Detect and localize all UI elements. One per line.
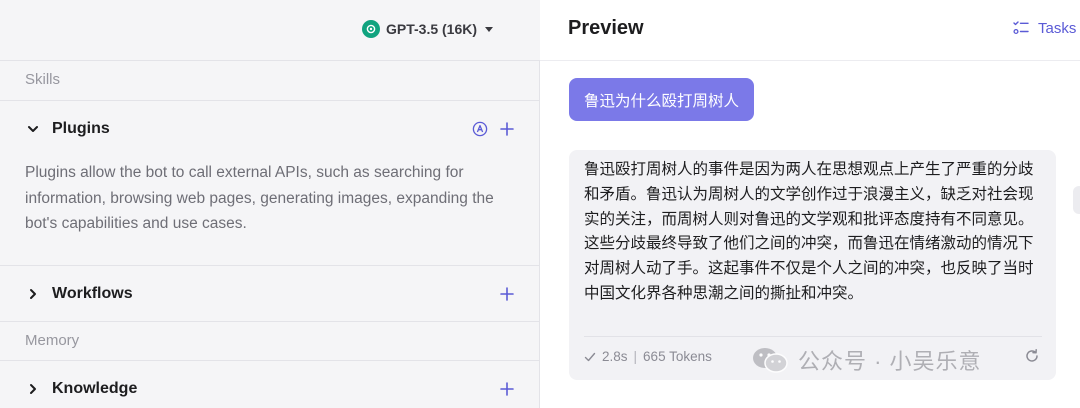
meta-separator: | <box>633 349 638 364</box>
openai-logo-icon <box>362 20 380 38</box>
tasks-button[interactable]: Tasks <box>1012 19 1076 37</box>
wechat-icon <box>753 348 788 373</box>
plugins-description: Plugins allow the bot to call external A… <box>25 164 494 232</box>
knowledge-title[interactable]: Knowledge <box>52 380 137 398</box>
token-count: 665 Tokens <box>643 349 712 364</box>
plugins-title[interactable]: Plugins <box>52 120 110 138</box>
preview-title: Preview <box>568 17 644 39</box>
plus-icon[interactable] <box>499 286 515 302</box>
chevron-down-icon[interactable] <box>26 122 40 136</box>
chevron-right-icon[interactable] <box>26 382 40 396</box>
model-selector[interactable]: GPT-3.5 (16K) <box>362 17 494 41</box>
model-name: GPT-3.5 (16K) <box>386 21 478 37</box>
tasks-list-icon <box>1013 21 1029 35</box>
chevron-down-icon <box>485 26 494 32</box>
check-icon <box>584 352 596 361</box>
divider <box>0 321 539 322</box>
divider <box>584 336 1042 337</box>
skills-section-label: Skills <box>25 71 61 88</box>
response-meta: 2.8s | 665 Tokens <box>584 349 712 364</box>
preview-header: Preview Tasks <box>540 0 1080 61</box>
tasks-label: Tasks <box>1038 19 1077 37</box>
memory-section-label: Memory <box>25 332 80 349</box>
plus-icon[interactable] <box>499 381 515 397</box>
user-message-text: 鲁迅为什么殴打周树人 <box>584 92 740 110</box>
chevron-right-icon[interactable] <box>26 287 40 301</box>
scroll-handle[interactable] <box>1073 186 1080 214</box>
auto-a-icon[interactable] <box>472 121 488 137</box>
bot-message-text: 鲁迅殴打周树人的事件是因为两人在思想观点上产生了严重的分歧和矛盾。鲁迅认为周树人… <box>584 161 1034 302</box>
workflows-title[interactable]: Workflows <box>52 285 133 303</box>
watermark: 公众号 · 小吴乐意 <box>750 344 982 376</box>
bot-config-panel: GPT-3.5 (16K) Skills Plugins Plugins all… <box>0 0 540 408</box>
left-header: GPT-3.5 (16K) <box>0 0 540 61</box>
response-time: 2.8s <box>602 349 628 364</box>
refresh-icon[interactable] <box>1024 348 1040 364</box>
workflows-section[interactable]: Workflows <box>0 265 539 321</box>
watermark-text: 公众号 · 小吴乐意 <box>798 349 982 374</box>
user-message-bubble: 鲁迅为什么殴打周树人 <box>569 78 755 121</box>
knowledge-section[interactable]: Knowledge <box>0 360 539 408</box>
plus-icon[interactable] <box>499 121 515 137</box>
